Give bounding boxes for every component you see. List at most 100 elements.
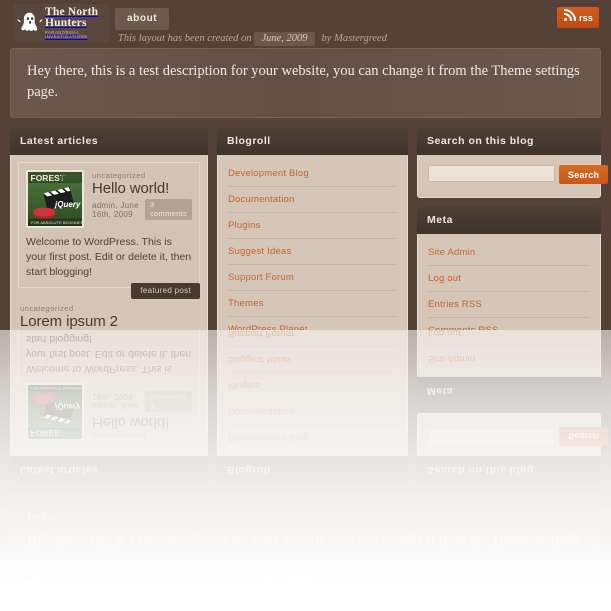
- widget-blogroll: Blogroll Development Blog Documentation …: [217, 128, 408, 330]
- rss-label: rss: [578, 12, 594, 23]
- search-button[interactable]: Search: [559, 165, 609, 185]
- list-item: Site Admin: [428, 344, 590, 371]
- article-category[interactable]: uncategorized: [20, 304, 198, 313]
- article-card[interactable]: FOREST jQuery FOR ABSOLUTE BEGINNERS unc…: [18, 162, 200, 299]
- reflection-content: The North Hunters PARANORMAL INVESTIGATI…: [0, 330, 611, 611]
- blogroll-link[interactable]: Support Forum: [228, 265, 397, 290]
- search-body: Search: [417, 412, 609, 456]
- meta-link-entries-rss[interactable]: Entries RSS: [428, 292, 590, 317]
- list-item: Support Forum: [228, 330, 397, 346]
- article-card[interactable]: FOREST jQuery FOR ABSOLUTE BEGINNERS unc…: [18, 330, 200, 449]
- widget-title-blogroll: Blogroll: [217, 128, 408, 156]
- column-right: Search on this blog Search Meta Site Adm…: [417, 128, 609, 330]
- rss-icon: [563, 8, 577, 27]
- article-top: FOREST jQuery FOR ABSOLUTE BEGINNERS unc…: [26, 382, 192, 441]
- reflection-fade-overlay: [0, 330, 611, 611]
- nav-item-about[interactable]: about: [115, 8, 170, 30]
- article-title[interactable]: Lorem ipsum 2: [20, 313, 198, 330]
- widget-blogroll: Blogroll Development Blog Documentation …: [217, 330, 408, 483]
- column-right: Search on this blog Search Meta Site Adm…: [417, 330, 609, 483]
- list-item: Development Blog: [228, 423, 397, 450]
- blogroll-link[interactable]: Documentation: [228, 399, 397, 424]
- list-item: Suggest Ideas: [228, 239, 397, 266]
- widget-search: Search on this blog Search: [417, 412, 609, 483]
- logo-subtitle: PARANORMAL INVESTIGATIONS: [45, 571, 88, 581]
- content-columns: Latest articles FOREST jQuery FOR ABSOLU…: [0, 330, 611, 493]
- article-author-date: admin, June 16th, 2009: [92, 200, 139, 219]
- article-title[interactable]: Hello world!: [92, 414, 192, 431]
- meta-link-site-admin[interactable]: Site Admin: [428, 346, 590, 371]
- tagline-prefix: This layout has been created on: [118, 33, 252, 44]
- article-comment-count[interactable]: 3 comments: [145, 198, 192, 221]
- blogroll-link[interactable]: Suggest Ideas: [228, 347, 397, 372]
- logo-line-1: The North: [45, 593, 99, 606]
- article-author-date: admin, June 16th, 2009: [92, 392, 139, 411]
- article-excerpt: Welcome to WordPress. This is your first…: [26, 333, 192, 375]
- list-item: Suggest Ideas: [228, 345, 397, 372]
- blogroll-link[interactable]: Suggest Ideas: [228, 239, 397, 264]
- meta-link-log-out[interactable]: Log out: [428, 266, 590, 291]
- search-form: Search: [428, 161, 609, 189]
- meta-link-log-out[interactable]: Log out: [428, 330, 590, 345]
- list-item: WordPress Planet: [228, 317, 397, 330]
- blogroll-link[interactable]: Plugins: [228, 213, 397, 238]
- list-item: Log out: [428, 266, 590, 293]
- site-description: Hey there, this is a test description fo…: [10, 48, 601, 119]
- blogroll-link[interactable]: Development Blog: [228, 161, 397, 186]
- article-category[interactable]: uncategorized: [92, 431, 192, 440]
- nav-item-about[interactable]: about: [115, 581, 170, 603]
- article-thumbnail[interactable]: FOREST jQuery FOR ABSOLUTE BEGINNERS: [26, 170, 84, 229]
- article-byline: admin, June 16th, 2009 3 comments: [92, 390, 192, 413]
- logo-line-2: Hunters: [45, 17, 87, 30]
- tagline-author: by Mastergreed: [321, 567, 387, 578]
- search-input[interactable]: [428, 165, 555, 183]
- widget-title-blogroll: Blogroll: [217, 455, 408, 483]
- header-tagline: This layout has been created on June, 200…: [118, 32, 387, 46]
- article-card[interactable]: uncategorized Lorem ipsum 2 admin, June …: [18, 294, 200, 330]
- article-comment-count[interactable]: 3 comments: [145, 390, 192, 413]
- widget-title-latest-articles: Latest articles: [10, 128, 208, 156]
- rss-button[interactable]: rss: [557, 7, 599, 28]
- page-reflection: The North Hunters PARANORMAL INVESTIGATI…: [0, 330, 611, 611]
- article-category[interactable]: uncategorized: [92, 171, 192, 180]
- list-item: Support Forum: [228, 265, 397, 292]
- blogroll-link[interactable]: Documentation: [228, 187, 397, 212]
- widget-meta: Meta Site Admin Log out Entries RSS Comm…: [417, 207, 601, 330]
- column-left: Latest articles FOREST jQuery FOR ABSOLU…: [10, 330, 208, 483]
- site-logo[interactable]: The North Hunters PARANORMAL INVESTIGATI…: [14, 569, 109, 607]
- meta-link-comments-rss[interactable]: Comments RSS: [428, 318, 590, 330]
- svg-text:jQuery: jQuery: [54, 402, 81, 411]
- logo-wordmark: The North Hunters PARANORMAL INVESTIGATI…: [45, 6, 109, 40]
- article-title[interactable]: Hello world!: [92, 181, 192, 197]
- latest-articles-list: FOREST jQuery FOR ABSOLUTE BEGINNERS unc…: [10, 330, 208, 456]
- meta-link-site-admin[interactable]: Site Admin: [428, 240, 590, 265]
- search-form: Search: [428, 422, 609, 450]
- meta-body: Site Admin Log out Entries RSS Comments …: [417, 330, 601, 377]
- rss-label: rss: [578, 588, 594, 599]
- logo-line-2: Hunters: [45, 581, 87, 594]
- logo-subtitle: PARANORMAL INVESTIGATIONS: [45, 30, 88, 40]
- article-meta: uncategorized Hello world! admin, June 1…: [92, 170, 192, 228]
- blogroll-link[interactable]: Themes: [228, 291, 397, 316]
- svg-text:FOREST: FOREST: [31, 173, 66, 183]
- page-content: The North Hunters PARANORMAL INVESTIGATI…: [0, 0, 611, 330]
- blogroll-link[interactable]: Support Forum: [228, 330, 397, 346]
- blogroll-link[interactable]: Plugins: [228, 373, 397, 398]
- search-button[interactable]: Search: [559, 426, 609, 446]
- rss-button[interactable]: rss: [557, 583, 599, 604]
- tagline-prefix: This layout has been created on: [118, 567, 252, 578]
- search-input[interactable]: [428, 428, 555, 446]
- blogroll-link[interactable]: Development Blog: [228, 425, 397, 450]
- site-logo[interactable]: The North Hunters PARANORMAL INVESTIGATI…: [14, 4, 109, 42]
- list-item: Comments RSS: [428, 318, 590, 330]
- svg-text:FOR ABSOLUTE BEGINNERS: FOR ABSOLUTE BEGINNERS: [31, 220, 82, 225]
- list-item: Site Admin: [428, 240, 590, 267]
- list-item: Plugins: [228, 213, 397, 240]
- tagline-author: by Mastergreed: [321, 33, 387, 44]
- blogroll-link[interactable]: WordPress Planet: [228, 317, 397, 330]
- article-date: June 16th, 2009: [92, 392, 139, 411]
- svg-text:FOREST: FOREST: [31, 428, 66, 438]
- article-thumbnail[interactable]: FOREST jQuery FOR ABSOLUTE BEGINNERS: [26, 382, 84, 441]
- article-excerpt: Welcome to WordPress. This is your first…: [26, 236, 192, 278]
- blogroll-body: Development Blog Documentation Plugins S…: [217, 155, 408, 330]
